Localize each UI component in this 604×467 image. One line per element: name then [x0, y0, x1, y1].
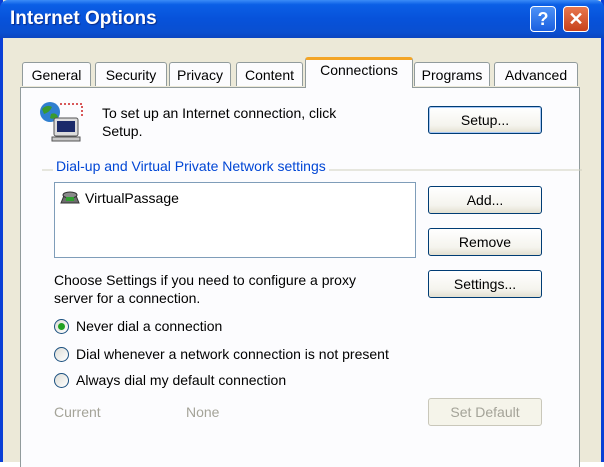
tab-general[interactable]: General — [22, 62, 91, 86]
radio-dial-when-no-network-label: Dial whenever a network connection is no… — [76, 346, 389, 362]
setup-description-line2: Setup. — [102, 123, 143, 139]
radio-button[interactable] — [54, 373, 69, 388]
radio-dot — [58, 323, 65, 330]
setup-description-line1: To set up an Internet connection, click — [102, 105, 337, 121]
radio-always-dial-label: Always dial my default connection — [76, 372, 287, 388]
dialup-group-label: Dial-up and Virtual Private Network sett… — [53, 158, 329, 175]
current-value: None — [186, 404, 220, 420]
connection-name: VirtualPassage — [85, 189, 179, 206]
help-button[interactable]: ? — [530, 6, 556, 32]
remove-button[interactable]: Remove — [428, 228, 542, 256]
radio-button[interactable] — [54, 347, 69, 362]
proxy-settings-description-line1: Choose Settings if you need to configure… — [54, 272, 356, 288]
tab-content[interactable]: Content — [236, 62, 303, 86]
radio-never-dial-label: Never dial a connection — [76, 318, 223, 334]
dialup-connection-icon — [60, 191, 80, 204]
tab-security[interactable]: Security — [95, 62, 167, 86]
computer-network-icon — [40, 102, 83, 142]
tab-connections[interactable]: Connections — [305, 57, 413, 88]
tab-advanced[interactable]: Advanced — [494, 62, 578, 86]
help-icon: ? — [537, 8, 549, 29]
current-label: Current — [54, 404, 101, 420]
proxy-settings-description-line2: server for a connection. — [54, 290, 201, 306]
set-default-button[interactable]: Set Default — [428, 398, 542, 426]
close-button[interactable]: ✕ — [563, 6, 589, 32]
list-item[interactable]: VirtualPassage — [59, 188, 179, 208]
connections-listbox[interactable]: VirtualPassage — [54, 182, 416, 258]
tab-privacy[interactable]: Privacy — [169, 62, 231, 86]
title-bar[interactable]: Internet Options ? ✕ — [0, 0, 604, 38]
setup-button[interactable]: Setup... — [428, 106, 542, 134]
tab-programs[interactable]: Programs — [414, 62, 490, 86]
close-icon: ✕ — [568, 8, 584, 29]
window-title: Internet Options — [10, 8, 157, 29]
radio-button-selected[interactable] — [54, 319, 69, 334]
add-button[interactable]: Add... — [428, 186, 542, 214]
settings-button[interactable]: Settings... — [428, 270, 542, 298]
